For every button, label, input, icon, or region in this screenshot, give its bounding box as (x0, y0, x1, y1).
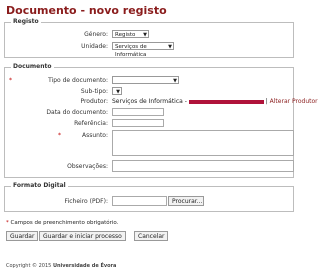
procurar-button[interactable]: Procurar... (168, 196, 204, 206)
ficheiro-label: Ficheiro (PDF): (64, 198, 108, 205)
tipo-documento-select[interactable]: ▼ (112, 76, 179, 84)
registo-fieldset: Registo (4, 18, 294, 58)
chevron-down-icon: ▼ (173, 78, 177, 84)
observacoes-label: Observações: (67, 163, 108, 170)
produtor-label: Produtor: (80, 98, 108, 105)
guardar-button[interactable]: Guardar (6, 231, 39, 241)
cancelar-button[interactable]: Cancelar (134, 231, 169, 241)
produtor-value: Serviços de Informática - | Alterar Prod… (112, 98, 318, 105)
subtipo-label: Sub-tipo: (80, 88, 108, 95)
documento-legend: Documento (11, 63, 54, 70)
genero-label: Género: (84, 31, 108, 38)
chevron-down-icon: ▼ (168, 44, 172, 50)
formato-digital-legend: Formato Digital (11, 182, 68, 189)
genero-select[interactable]: Registo ▼ (112, 30, 149, 38)
data-documento-label: Data do documento: (46, 109, 108, 116)
tipo-documento-label: Tipo de documento: (48, 77, 108, 84)
alterar-produtor-link[interactable]: Alterar Produtor (270, 98, 318, 105)
referencia-input[interactable] (112, 119, 164, 127)
page-title: Documento - novo registo (6, 4, 167, 17)
guardar-iniciar-processo-button[interactable]: Guardar e iniciar processo (39, 231, 126, 241)
unidade-label: Unidade: (81, 43, 108, 50)
registo-legend: Registo (11, 18, 41, 25)
required-note: * Campos de preenchimento obrigatório. (6, 220, 119, 226)
referencia-label: Referência: (74, 120, 108, 127)
observacoes-textarea[interactable] (112, 160, 294, 172)
redacted-producer (188, 99, 264, 104)
unidade-select[interactable]: Serviços de Informática ▼ (112, 42, 174, 58)
data-documento-input[interactable] (112, 108, 164, 116)
assunto-textarea[interactable] (112, 130, 294, 156)
chevron-down-icon: ▼ (116, 89, 120, 95)
subtipo-select[interactable]: ▼ (112, 87, 122, 95)
ficheiro-input[interactable] (112, 196, 167, 206)
chevron-down-icon: ▼ (143, 32, 147, 38)
assunto-label: Assunto: (81, 132, 108, 139)
copyright-footer: Copyright © 2015 Universidade de Évora (6, 263, 117, 269)
